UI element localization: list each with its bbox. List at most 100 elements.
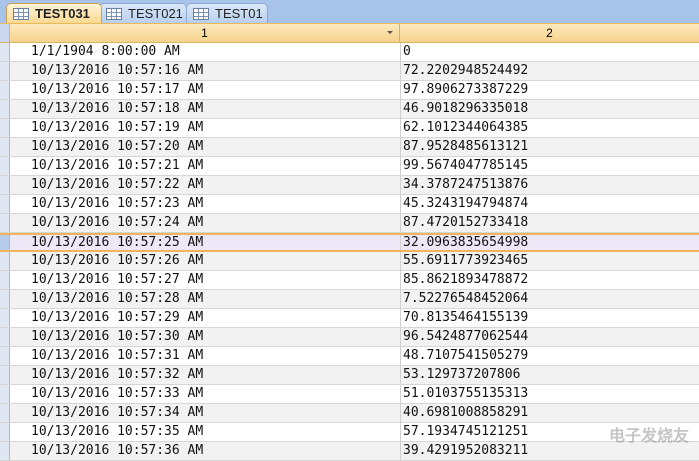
cell-col2[interactable]: 51.0103755135313 xyxy=(400,385,528,403)
row-selector[interactable] xyxy=(0,366,10,384)
table-row[interactable]: 10/13/2016 10:57:28 AM 7.52276548452064 xyxy=(0,290,699,309)
cell-col2[interactable]: 45.3243194794874 xyxy=(400,195,528,213)
row-selector[interactable] xyxy=(0,62,10,80)
cell-col2[interactable]: 48.7107541505279 xyxy=(400,347,528,365)
cell-col1[interactable]: 10/13/2016 10:57:33 AM xyxy=(31,385,203,403)
tab-test01[interactable]: TEST01 xyxy=(186,3,268,23)
cell-col2[interactable]: 53.129737207806 xyxy=(400,366,520,384)
row-selector[interactable] xyxy=(0,442,10,460)
chevron-down-icon[interactable] xyxy=(387,31,393,34)
row-selector[interactable] xyxy=(0,157,10,175)
table-row[interactable]: 10/13/2016 10:57:30 AM 96.5424877062544 xyxy=(0,328,699,347)
row-selector[interactable] xyxy=(0,138,10,156)
cell-col2[interactable]: 55.6911773923465 xyxy=(400,252,528,270)
table-row[interactable]: 10/13/2016 10:57:17 AM 97.8906273387229 xyxy=(0,81,699,100)
row-selector[interactable] xyxy=(0,271,10,289)
cell-col1[interactable]: 10/13/2016 10:57:16 AM xyxy=(31,62,203,80)
cell-col2[interactable]: 34.3787247513876 xyxy=(400,176,528,194)
tab-label: TEST021 xyxy=(128,6,183,21)
cell-col1[interactable]: 10/13/2016 10:57:22 AM xyxy=(31,176,203,194)
cell-col2[interactable]: 39.4291952083211 xyxy=(400,442,528,460)
cell-col1[interactable]: 10/13/2016 10:57:19 AM xyxy=(31,119,203,137)
table-row[interactable]: 10/13/2016 10:57:20 AM 87.9528485613121 xyxy=(0,138,699,157)
table-row[interactable]: 10/13/2016 10:57:27 AM 85.8621893478872 xyxy=(0,271,699,290)
row-selector[interactable] xyxy=(0,385,10,403)
cell-col2[interactable]: 40.6981008858291 xyxy=(400,404,528,422)
table-row[interactable]: 10/13/2016 10:57:19 AM 62.1012344064385 xyxy=(0,119,699,138)
tab-bar: TEST031 TEST021 TEST01 xyxy=(0,0,699,24)
column-header-2[interactable]: 2 xyxy=(400,24,699,42)
cell-col1[interactable]: 10/13/2016 10:57:31 AM xyxy=(31,347,203,365)
row-selector[interactable] xyxy=(0,347,10,365)
cell-col2[interactable]: 46.9018296335018 xyxy=(400,100,528,118)
table-row[interactable]: 10/13/2016 10:57:22 AM 34.3787247513876 xyxy=(0,176,699,195)
cell-col2[interactable]: 99.5674047785145 xyxy=(400,157,528,175)
table-row[interactable]: 10/13/2016 10:57:29 AM 70.8135464155139 xyxy=(0,309,699,328)
cell-col1[interactable]: 10/13/2016 10:57:35 AM xyxy=(31,423,203,441)
cell-col1[interactable]: 10/13/2016 10:57:18 AM xyxy=(31,100,203,118)
table-row[interactable]: 1/1/1904 8:00:00 AM 0 xyxy=(0,43,699,62)
cell-col2[interactable]: 0 xyxy=(400,43,411,61)
tab-test031[interactable]: TEST031 xyxy=(6,3,102,23)
table-row[interactable]: 10/13/2016 10:57:18 AM 46.9018296335018 xyxy=(0,100,699,119)
cell-col2[interactable]: 97.8906273387229 xyxy=(400,81,528,99)
table-row[interactable]: 10/13/2016 10:57:35 AM 57.1934745121251 xyxy=(0,423,699,442)
row-selector[interactable] xyxy=(0,235,10,250)
cell-col1[interactable]: 10/13/2016 10:57:28 AM xyxy=(31,290,203,308)
table-row[interactable]: 10/13/2016 10:57:32 AM 53.129737207806 xyxy=(0,366,699,385)
cell-col2[interactable]: 70.8135464155139 xyxy=(400,309,528,327)
cell-col1[interactable]: 10/13/2016 10:57:25 AM xyxy=(31,235,203,250)
cell-col1[interactable]: 10/13/2016 10:57:23 AM xyxy=(31,195,203,213)
select-all-button[interactable] xyxy=(0,24,10,42)
table-row[interactable]: 10/13/2016 10:57:25 AM 32.0963835654998 xyxy=(0,233,699,252)
cell-col2[interactable]: 62.1012344064385 xyxy=(400,119,528,137)
cell-col1[interactable]: 10/13/2016 10:57:24 AM xyxy=(31,214,203,232)
cell-col1[interactable]: 10/13/2016 10:57:32 AM xyxy=(31,366,203,384)
datasheet-grid: 1/1/1904 8:00:00 AM 0 10/13/2016 10:57:1… xyxy=(0,43,699,461)
table-row[interactable]: 10/13/2016 10:57:23 AM 45.3243194794874 xyxy=(0,195,699,214)
table-row[interactable]: 10/13/2016 10:57:34 AM 40.6981008858291 xyxy=(0,404,699,423)
cell-col2[interactable]: 85.8621893478872 xyxy=(400,271,528,289)
row-selector[interactable] xyxy=(0,176,10,194)
cell-col1[interactable]: 1/1/1904 8:00:00 AM xyxy=(31,43,180,61)
cell-col1[interactable]: 10/13/2016 10:57:17 AM xyxy=(31,81,203,99)
cell-col2[interactable]: 87.9528485613121 xyxy=(400,138,528,156)
row-selector[interactable] xyxy=(0,404,10,422)
table-row[interactable]: 10/13/2016 10:57:16 AM 72.2202948524492 xyxy=(0,62,699,81)
row-selector[interactable] xyxy=(0,328,10,346)
row-selector[interactable] xyxy=(0,214,10,232)
row-selector[interactable] xyxy=(0,100,10,118)
row-selector[interactable] xyxy=(0,290,10,308)
row-selector[interactable] xyxy=(0,309,10,327)
cell-col1[interactable]: 10/13/2016 10:57:20 AM xyxy=(31,138,203,156)
table-row[interactable]: 10/13/2016 10:57:33 AM 51.0103755135313 xyxy=(0,385,699,404)
row-selector[interactable] xyxy=(0,119,10,137)
tab-label: TEST031 xyxy=(35,6,90,21)
cell-col1[interactable]: 10/13/2016 10:57:30 AM xyxy=(31,328,203,346)
cell-col1[interactable]: 10/13/2016 10:57:21 AM xyxy=(31,157,203,175)
cell-col1[interactable]: 10/13/2016 10:57:27 AM xyxy=(31,271,203,289)
cell-col2[interactable]: 96.5424877062544 xyxy=(400,328,528,346)
cell-col1[interactable]: 10/13/2016 10:57:26 AM xyxy=(31,252,203,270)
row-selector[interactable] xyxy=(0,252,10,270)
table-row[interactable]: 10/13/2016 10:57:31 AM 48.7107541505279 xyxy=(0,347,699,366)
row-selector[interactable] xyxy=(0,81,10,99)
tab-test021[interactable]: TEST021 xyxy=(99,3,187,23)
cell-col2[interactable]: 7.52276548452064 xyxy=(400,290,528,308)
column-header-1[interactable]: 1 xyxy=(10,24,400,42)
table-row[interactable]: 10/13/2016 10:57:26 AM 55.6911773923465 xyxy=(0,252,699,271)
cell-col2[interactable]: 57.1934745121251 xyxy=(400,423,528,441)
cell-col1[interactable]: 10/13/2016 10:57:29 AM xyxy=(31,309,203,327)
table-row[interactable]: 10/13/2016 10:57:24 AM 87.4720152733418 xyxy=(0,214,699,233)
cell-col1[interactable]: 10/13/2016 10:57:34 AM xyxy=(31,404,203,422)
table-row[interactable]: 10/13/2016 10:57:21 AM 99.5674047785145 xyxy=(0,157,699,176)
cell-col2[interactable]: 72.2202948524492 xyxy=(400,62,528,80)
table-row[interactable]: 10/13/2016 10:57:36 AM 39.4291952083211 xyxy=(0,442,699,461)
cell-col2[interactable]: 32.0963835654998 xyxy=(400,235,528,250)
row-selector[interactable] xyxy=(0,423,10,441)
cell-col1[interactable]: 10/13/2016 10:57:36 AM xyxy=(31,442,203,460)
tab-label: TEST01 xyxy=(215,6,263,21)
row-selector[interactable] xyxy=(0,43,10,61)
row-selector[interactable] xyxy=(0,195,10,213)
cell-col2[interactable]: 87.4720152733418 xyxy=(400,214,528,232)
